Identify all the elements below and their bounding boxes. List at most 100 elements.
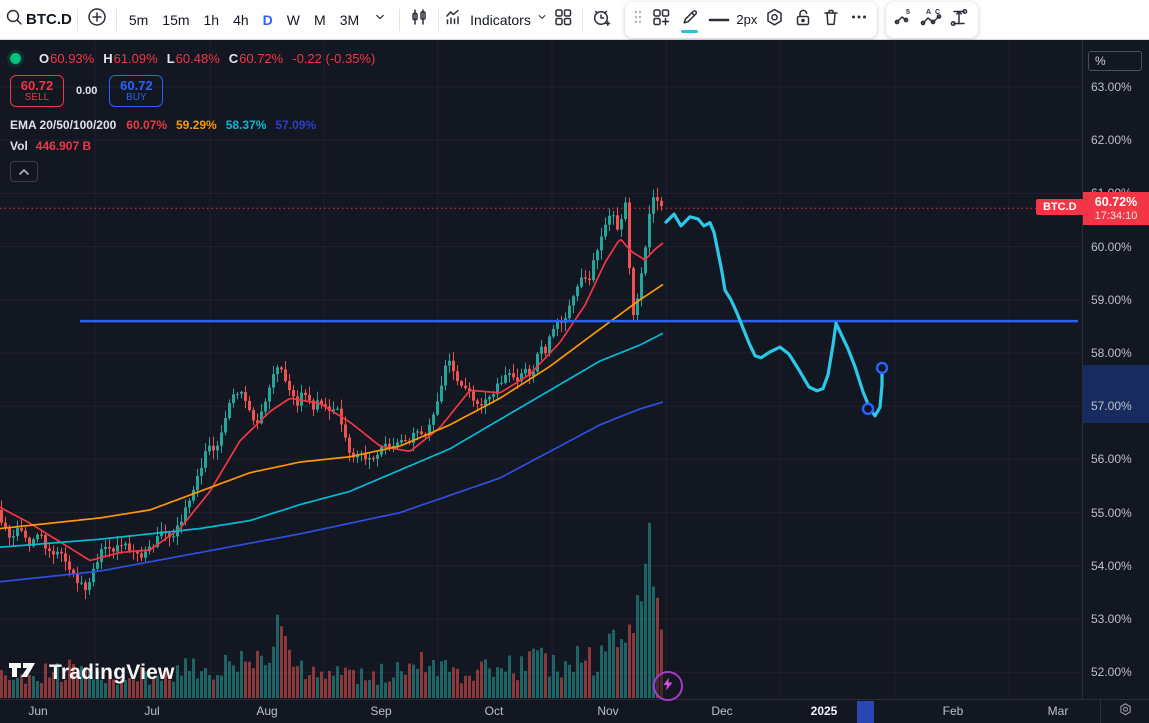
- month-label-Dec: Dec: [711, 704, 732, 718]
- pencil-path: [666, 214, 882, 416]
- ema-indicator-row[interactable]: EMA 20/50/100/200 60.07% 59.29% 58.37% 57.0…: [10, 118, 375, 132]
- chevron-up-icon: [18, 163, 30, 181]
- timeframe-4h[interactable]: 4h: [226, 5, 256, 35]
- candles: [0, 188, 663, 599]
- ema-value: 57.09%: [275, 118, 316, 132]
- volume-indicator-row[interactable]: Vol 446.907 B: [10, 139, 375, 153]
- legend-collapse-button[interactable]: [10, 161, 38, 182]
- alert-button[interactable]: [588, 5, 616, 35]
- add-layout-button[interactable]: [647, 5, 675, 35]
- more-dots-icon: [849, 7, 869, 32]
- drawing-anchor[interactable]: [877, 363, 887, 373]
- price-axis-highlight: [1083, 365, 1149, 423]
- tradingview-logo-icon: [8, 658, 42, 687]
- volume-value: 446.907 B: [36, 139, 91, 153]
- month-label-Jul: Jul: [144, 704, 159, 718]
- drawing-settings-button[interactable]: [761, 5, 789, 35]
- timeframe-5m[interactable]: 5m: [122, 5, 155, 35]
- ema-value: 58.37%: [226, 118, 267, 132]
- timeframe-W[interactable]: W: [280, 5, 307, 35]
- curve-anchors-5-icon: 5: [893, 7, 914, 33]
- price-axis[interactable]: % 63.00%62.00%61.00%60.00%59.00%58.00%57…: [1082, 40, 1149, 699]
- timeframe-1h[interactable]: 1h: [197, 5, 227, 35]
- candlestick-style-icon: [409, 7, 429, 32]
- label-tool-button[interactable]: AC: [918, 5, 946, 35]
- ema-lines: [0, 240, 663, 582]
- labels-ac-icon: AC: [920, 7, 943, 33]
- indicators-button[interactable]: Indicators: [444, 5, 549, 35]
- delete-drawing-button[interactable]: [817, 5, 845, 35]
- svg-text:5: 5: [906, 9, 910, 16]
- symbol-search-button[interactable]: BTC.D: [4, 5, 72, 35]
- ema-label: EMA 20/50/100/200: [10, 118, 116, 132]
- drag-handle[interactable]: [629, 5, 647, 35]
- last-price-value: 60.72%: [1095, 195, 1137, 209]
- drag-dots-icon: [632, 9, 644, 30]
- price-tick: 63.00%: [1091, 80, 1132, 94]
- buy-price: 60.72: [120, 79, 153, 93]
- layout-grid-button[interactable]: [549, 5, 577, 35]
- pencil-tool-button[interactable]: [675, 5, 705, 35]
- month-label-2025: 2025: [811, 704, 838, 718]
- last-price-label: 60.72% 17:34:10: [1083, 192, 1149, 225]
- price-tick: 54.00%: [1091, 559, 1132, 573]
- ohlc-values: O60.93%H61.09%L60.48%C60.72%: [39, 51, 292, 66]
- tools-card: 5 AC: [886, 2, 978, 38]
- chevron-down-icon: [372, 9, 388, 30]
- month-label-Nov: Nov: [597, 704, 618, 718]
- price-unit-button[interactable]: %: [1088, 51, 1142, 71]
- ema-values: 60.07% 59.29% 58.37% 57.09%: [126, 118, 325, 132]
- buy-button[interactable]: 60.72 BUY: [109, 75, 163, 107]
- ohlc-key: C: [229, 51, 238, 66]
- month-label-Aug: Aug: [256, 704, 277, 718]
- compare-add-button[interactable]: [83, 5, 111, 35]
- month-label-Sep: Sep: [370, 704, 391, 718]
- timeframe-D[interactable]: D: [256, 5, 280, 35]
- drawing-toolbar-card: 2px: [625, 2, 877, 38]
- line-width-button[interactable]: 2px: [705, 5, 761, 35]
- toolbar-separator: [77, 9, 78, 31]
- tradingview-app: BTC.D 5m15m1h4hDWM3M Indicators: [0, 0, 1149, 723]
- ema-value: 59.29%: [176, 118, 217, 132]
- flash-marker-button[interactable]: [653, 671, 683, 701]
- time-axis[interactable]: JunJulAugSepOctNovDec2025FebMar: [0, 699, 1149, 723]
- price-tick: 60.00%: [1091, 240, 1132, 254]
- pencil-icon: [680, 7, 700, 32]
- ema-value: 60.07%: [126, 118, 167, 132]
- ema-line: [0, 333, 663, 547]
- sell-button[interactable]: 60.72 SELL: [10, 75, 64, 107]
- chart-area[interactable]: O60.93%H61.09%L60.48%C60.72% -0.22 (-0.3…: [0, 40, 1149, 723]
- buy-label: BUY: [126, 93, 147, 104]
- timeframe-15m[interactable]: 15m: [155, 5, 196, 35]
- timeframe-menu-button[interactable]: [366, 5, 394, 35]
- timeframe-3M[interactable]: 3M: [333, 5, 366, 35]
- toolbar-separator: [582, 9, 583, 31]
- layout-grid-icon: [553, 7, 573, 32]
- curve-tool-button[interactable]: 5: [890, 5, 918, 35]
- symbol-name[interactable]: BTC.D: [26, 11, 72, 28]
- toolbar-separator: [399, 9, 400, 31]
- layout-add-icon: [651, 7, 671, 32]
- line-width-icon: [708, 11, 730, 29]
- lock-button[interactable]: [789, 5, 817, 35]
- lightning-icon: [662, 677, 674, 696]
- month-label-Feb: Feb: [943, 704, 964, 718]
- drawing-anchor[interactable]: [863, 404, 873, 414]
- indicators-label: Indicators: [470, 12, 531, 28]
- ohlc-key: L: [167, 51, 175, 66]
- toolbar-separator: [438, 9, 439, 31]
- measure-tool-button[interactable]: [946, 5, 974, 35]
- pencil-drawing: [666, 214, 887, 416]
- tradingview-watermark[interactable]: TradingView: [8, 658, 175, 687]
- symbol-price-tag: BTC.D: [1036, 199, 1084, 215]
- price-range-measure-icon: [949, 7, 970, 33]
- ohlc-value: 60.48%: [176, 51, 220, 66]
- price-tick: 59.00%: [1091, 293, 1132, 307]
- line-width-label: 2px: [736, 12, 757, 27]
- volume-label: Vol: [10, 139, 28, 153]
- more-options-button[interactable]: [845, 5, 873, 35]
- axis-settings-button[interactable]: [1100, 700, 1149, 723]
- chart-style-button[interactable]: [405, 5, 433, 35]
- spread-value: 0.00: [76, 85, 97, 97]
- timeframe-M[interactable]: M: [307, 5, 333, 35]
